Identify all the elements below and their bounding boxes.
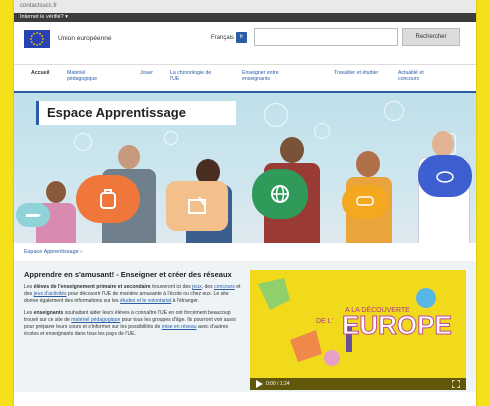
language-selector-label[interactable]: Français — [211, 35, 234, 41]
link-teaching-material[interactable]: matériel pédagogique — [71, 317, 120, 323]
address-bar[interactable]: contactsucc.fr — [14, 0, 476, 13]
hero-banner: Espace Apprentissage — [14, 93, 476, 243]
eu-star-icon — [39, 43, 41, 46]
breadcrumb: Espace Apprentissage › — [14, 243, 476, 262]
bold-text: élèves de l'enseignement primaire et sec… — [33, 284, 151, 290]
backpack-icon — [100, 189, 116, 209]
doodle-circle — [384, 101, 404, 121]
eu-star-icon — [42, 38, 44, 40]
doodle-circle — [164, 131, 178, 145]
link-activities[interactable]: jeux d'activités — [34, 291, 67, 297]
org-name[interactable]: Union européenne — [58, 35, 112, 42]
article-paragraph-students: Les élèves de l'enseignement primaire et… — [24, 284, 242, 306]
link-networking[interactable]: mise en réseau — [162, 324, 197, 330]
text-span: Les — [24, 284, 34, 290]
pencil-icon — [26, 214, 41, 217]
writing-icon — [188, 196, 206, 214]
text-span: à l'étranger. — [171, 298, 200, 305]
eu-stars-icon — [30, 32, 44, 46]
speech-bubble — [76, 175, 140, 223]
globe-icon — [271, 185, 289, 203]
video-title-de: DE L' — [316, 318, 333, 325]
hero-title: Espace Apprentissage — [36, 101, 236, 125]
text-span: , des — [201, 284, 215, 290]
fullscreen-icon[interactable] — [452, 380, 460, 388]
cloud-icon — [436, 171, 454, 183]
nav-item-materials[interactable]: Matériel pédagogique — [67, 70, 115, 82]
nav-item-play[interactable]: Jouer — [140, 70, 168, 76]
video-title-europe: EUROPE — [342, 310, 452, 340]
site-header: Union européenne Français fr Rechercher — [14, 22, 476, 65]
doodle-circle — [264, 103, 288, 127]
eu-flag-logo[interactable] — [24, 30, 50, 48]
eu-star-icon — [36, 32, 38, 34]
search-button[interactable]: Rechercher — [402, 28, 460, 46]
language-code-badge[interactable]: fr — [236, 32, 247, 43]
eu-star-icon — [30, 41, 33, 43]
nav-item-work-study[interactable]: Travailler et étudier — [334, 70, 382, 76]
video-controls[interactable]: 0:00 / 1:24 — [250, 378, 466, 390]
link-studies[interactable]: études et le volontariat — [120, 298, 171, 304]
video-player[interactable]: A LA DÉCOUVERTE DE L' EUROPE 0:00 / 1:24 — [250, 270, 466, 390]
play-icon[interactable] — [255, 380, 263, 388]
search-input[interactable] — [254, 28, 398, 46]
article-paragraph-teachers: Les enseignants souhaitant aider leurs é… — [24, 310, 242, 339]
eu-star-icon — [39, 32, 41, 35]
doodle-circle — [74, 133, 92, 151]
chat-icon — [356, 196, 374, 206]
eu-star-icon — [41, 41, 44, 43]
nav-item-teachers[interactable]: Enseigner entre enseignants — [242, 70, 294, 82]
main-nav: Accueil Matériel pédagogique Jouer La ch… — [14, 65, 476, 93]
browser-page: contactsucc.fr Internet le vérifié? ▾ Un… — [14, 0, 476, 406]
breadcrumb-item[interactable]: Espace Apprentissage — [24, 249, 79, 255]
nav-item-timeline[interactable]: La chronologie de l'UE — [170, 70, 218, 82]
speech-bubble — [16, 203, 50, 227]
link-contests[interactable]: concours — [214, 284, 235, 290]
nav-item-news[interactable]: Actualité et concours — [398, 70, 446, 82]
breadcrumb-separator: › — [80, 249, 83, 255]
nav-item-home[interactable]: Accueil — [31, 70, 59, 76]
article-title: Apprendre en s'amusant! - Enseigner et c… — [24, 270, 232, 279]
link-games[interactable]: jeux — [192, 284, 201, 290]
bold-text: enseignants — [33, 309, 64, 316]
main-content: Apprendre en s'amusant! - Enseigner et c… — [14, 262, 476, 392]
speech-bubble — [418, 155, 472, 197]
eu-star-icon — [33, 43, 35, 46]
video-timestamp: 0:00 / 1:24 — [266, 381, 290, 387]
text-span: Les — [24, 309, 34, 316]
eu-star-icon — [30, 35, 33, 37]
eu-star-icon — [30, 38, 32, 40]
intro-article: Apprendre en s'amusant! - Enseigner et c… — [24, 270, 242, 338]
eu-star-icon — [33, 32, 35, 35]
eu-star-icon — [41, 35, 44, 37]
eu-notice-bar[interactable]: Internet le vérifié? ▾ — [14, 13, 476, 22]
video-thumbnail: A LA DÉCOUVERTE DE L' EUROPE — [250, 270, 466, 390]
eu-star-icon — [36, 44, 38, 46]
speech-bubble — [166, 181, 228, 231]
speech-bubble — [252, 169, 308, 219]
speech-bubble — [342, 185, 388, 219]
text-span: trouveront ici des — [150, 284, 193, 290]
